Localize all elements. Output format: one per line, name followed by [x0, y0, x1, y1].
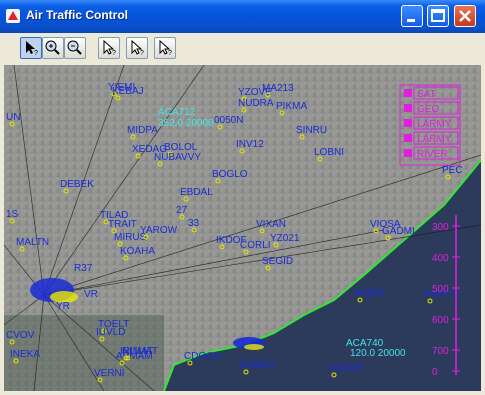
waypoint-label: PIKMA — [276, 101, 307, 112]
maximize-button[interactable] — [427, 5, 449, 27]
legend-swatch — [404, 104, 412, 112]
scale-tick-label: 400 — [432, 253, 449, 264]
legend-label: RIVER — [417, 149, 448, 160]
waypoint-label: NUBAVVY — [154, 152, 201, 163]
waypoint-label: SUBAL — [354, 288, 387, 299]
waypoint-label: TRAIT — [108, 219, 137, 230]
mode-3-button[interactable]: ? — [154, 37, 176, 59]
toolbar: ? ? ? ? — [4, 33, 481, 63]
waypoint-label: IRIMAT — [120, 346, 153, 357]
flight-data: 352.0 20000 — [158, 118, 214, 129]
waypoint-label: LOBNI — [314, 147, 344, 158]
waypoint-label: KEBAJ — [112, 86, 144, 97]
minimize-icon — [407, 19, 415, 22]
scale-tick-label: 500 — [432, 284, 449, 295]
select-pointer-button[interactable]: ? — [20, 37, 42, 59]
waypoint-label: MIDPA — [127, 125, 158, 136]
legend-swatch — [404, 119, 412, 127]
app-window: Air Traffic Control ? ? ? ? YIEMI KEBAJ … — [0, 0, 485, 395]
cluster-label: R37 — [74, 263, 93, 274]
minimize-button[interactable] — [401, 5, 423, 27]
maximize-icon — [431, 9, 445, 22]
cluster-label: YR — [56, 301, 70, 312]
waypoint-label: YZ021 — [270, 233, 300, 244]
waypoint-label: VIXAN — [256, 219, 286, 230]
waypoint-label: NUDRA — [238, 98, 274, 109]
waypoint-label: CORLI — [240, 240, 271, 251]
legend-label: LARMY — [417, 134, 452, 145]
waypoint-label: CVOV — [6, 330, 35, 341]
close-button[interactable] — [454, 5, 476, 27]
waypoint-label: DEBEK — [60, 179, 94, 190]
waypoint-label: 0050N — [214, 115, 243, 126]
legend-swatch — [404, 89, 412, 97]
waypoint-label: INEKA — [10, 349, 40, 360]
svg-text:?: ? — [168, 50, 172, 57]
waypoint-label: VOKUE — [328, 363, 363, 374]
waypoint-label: YAROW — [140, 225, 178, 236]
waypoint-label: MALTN — [16, 237, 49, 248]
waypoint-label: INV12 — [236, 139, 264, 150]
waypoint-label: SINRU — [296, 125, 327, 136]
waypoint-label: SEGID — [262, 256, 293, 267]
radar-map[interactable]: YIEMI KEBAJ YZOVE NUDRA MA213 PIKMA MIDPA 0050N… — [4, 65, 481, 391]
legend-label: LARMY — [417, 119, 452, 130]
legend-label: GEO — [417, 104, 439, 115]
waypoint-label: CDOCA — [184, 351, 220, 362]
window-title: Air Traffic Control — [26, 8, 129, 22]
waypoint-label: VERNI — [94, 368, 125, 379]
legend-swatch — [404, 134, 412, 142]
map-canvas[interactable]: YIEMIKEBAJ YZOVENUDRAMA213PIKMAMIDPA0050N… — [4, 65, 481, 391]
waypoint-label: EBDAL — [180, 187, 213, 198]
waypoint-label: MA213 — [262, 83, 294, 94]
arrow-question-icon: ? — [131, 39, 144, 57]
close-icon — [459, 10, 471, 22]
waypoint-label: 27 — [176, 205, 188, 216]
arrow-question-icon: ? — [159, 39, 172, 57]
zoom-in-button[interactable] — [42, 37, 64, 59]
waypoint-label: UN — [6, 112, 20, 123]
scale-tick-label: 600 — [432, 315, 449, 326]
waypoint-label: DUBOV — [240, 360, 276, 371]
arrow-question-icon: ? — [103, 39, 116, 57]
cluster-label: VR — [84, 289, 98, 300]
svg-text:?: ? — [34, 50, 38, 57]
svg-text:?: ? — [140, 50, 144, 57]
scale-tick-label: 300 — [432, 222, 449, 233]
waypoint-label: IUVLD — [96, 327, 125, 338]
mode-2-button[interactable]: ? — [126, 37, 148, 59]
waypoint-label: PEC — [442, 165, 463, 176]
app-icon — [6, 9, 20, 23]
flight-data: 120.0 20000 — [350, 348, 406, 359]
arrow-question-icon: ? — [26, 41, 38, 57]
waypoint-label: VIOSA — [370, 219, 401, 230]
legend-label: SAT — [417, 89, 436, 100]
zoom-out-icon — [67, 40, 82, 55]
title-bar[interactable]: Air Traffic Control — [0, 0, 485, 33]
zoom-out-button[interactable] — [64, 37, 86, 59]
flight-callsign: ACA712 — [158, 107, 196, 118]
legend-swatch — [404, 149, 412, 157]
waypoint-label: 33 — [188, 218, 200, 229]
scale-tick-label: 0 — [432, 367, 438, 378]
waypoint-label: BOGLO — [212, 169, 248, 180]
waypoint-label: KOAHA — [120, 246, 155, 257]
scale-tick-label: 700 — [432, 346, 449, 357]
mode-1-button[interactable]: ? — [98, 37, 120, 59]
zoom-in-icon — [45, 40, 60, 55]
waypoint-label: 1S — [6, 209, 19, 220]
svg-text:?: ? — [112, 50, 116, 57]
